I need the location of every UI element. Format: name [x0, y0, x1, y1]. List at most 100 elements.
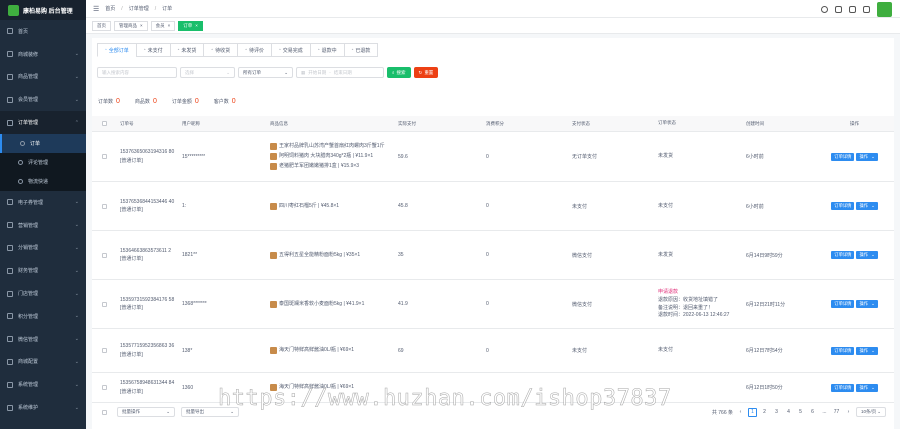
page-number[interactable]: 6 — [808, 408, 817, 417]
order-detail-button[interactable]: 订单详情 — [831, 383, 855, 392]
more-actions-dropdown[interactable]: 操作 ⌄ — [856, 251, 878, 259]
sidebar-item-label: 会员管理 — [18, 97, 39, 104]
tab-order-filter[interactable]: ◦ 待评价 — [237, 43, 272, 57]
tag-item[interactable]: 订单 × — [178, 20, 203, 31]
order-detail-button[interactable]: 订单详情 — [831, 202, 855, 210]
tab-order-filter[interactable]: ◦ 待收货 — [203, 43, 239, 57]
breadcrumb-home[interactable]: 首页 — [105, 5, 115, 12]
actions-cell: 订单详情 操作 ⌄ — [815, 373, 894, 402]
sidebar-item[interactable]: 分销管理 ⌄ — [0, 237, 86, 260]
footer-select-all-checkbox[interactable] — [102, 409, 107, 415]
sidebar-item[interactable]: 积分管理 ⌄ — [0, 305, 86, 328]
menu-toggle-icon[interactable]: ☰ — [93, 5, 99, 13]
search-type-select[interactable]: 选择 ⌄ — [180, 67, 235, 78]
row-checkbox[interactable] — [102, 385, 107, 390]
close-icon[interactable]: × — [195, 23, 198, 28]
sidebar-item[interactable]: 商城装修 ⌄ — [0, 43, 86, 66]
order-type: [普通订单] — [120, 157, 143, 164]
more-actions-dropdown[interactable]: 操作 ⌄ — [856, 152, 878, 161]
sidebar-item[interactable]: 微信管理 ⌄ — [0, 328, 86, 351]
search-button[interactable]: ⌕ 搜索 — [387, 67, 411, 78]
sidebar-item[interactable]: 商城配置 ⌄ — [0, 351, 86, 374]
tab-order-filter[interactable]: ◦ 未支付 — [135, 43, 171, 57]
sidebar-item[interactable]: 订单管理 ⌃ — [0, 111, 86, 134]
sidebar-subitem[interactable]: 评论管理 — [0, 152, 86, 172]
tab-order-filter[interactable]: ◦ 未发货 — [169, 43, 205, 57]
sidebar-item-label: 首页 — [18, 28, 29, 35]
page-number[interactable]: 3 — [772, 408, 781, 417]
stat-label: 订单数 — [98, 99, 114, 105]
tab-order-filter[interactable]: ◦ 交易完成 — [270, 43, 311, 57]
sidebar-item-label: 分销管理 — [18, 245, 39, 252]
page-number[interactable]: 77 — [832, 408, 841, 417]
order-detail-button[interactable]: 订单详情 — [831, 251, 855, 259]
order-status-cell: 未发货 — [655, 231, 743, 279]
more-actions-dropdown[interactable]: 操作 ⌄ — [856, 300, 878, 308]
sidebar-item[interactable]: 营销管理 ⌄ — [0, 214, 86, 237]
row-checkbox[interactable] — [102, 154, 107, 159]
row-checkbox[interactable] — [102, 301, 107, 307]
sidebar-item[interactable]: 系统管理 ⌄ — [0, 373, 86, 396]
chevron-down-icon: ⌄ — [74, 290, 79, 297]
select-all-checkbox[interactable] — [102, 121, 107, 126]
more-actions-label: 操作 — [859, 347, 869, 353]
goods-item: 泰国斑斓米香软小麦面粉5kg | ¥41.9×1 — [270, 300, 364, 308]
page-number[interactable]: 4 — [784, 408, 793, 417]
sidebar-item[interactable]: 商品管理 ⌄ — [0, 66, 86, 89]
tab-order-filter[interactable]: ◦ 已退款 — [343, 43, 379, 57]
sidebar-item[interactable]: 系统维护 ⌄ — [0, 396, 86, 419]
sidebar-item[interactable]: 门店管理 ⌄ — [0, 282, 86, 305]
fullscreen-icon[interactable] — [849, 6, 856, 13]
more-actions-dropdown[interactable]: 操作 ⌄ — [856, 346, 878, 355]
more-actions-dropdown[interactable]: 操作 ⌄ — [856, 202, 878, 210]
order-detail-button[interactable]: 订单详情 — [831, 152, 855, 161]
page-number[interactable]: 5 — [796, 408, 805, 417]
sidebar-subitem[interactable]: 订单 — [0, 133, 86, 153]
keyword-input[interactable]: 输入搜索内容 — [97, 67, 177, 78]
page-size-select[interactable]: 10条/页 ⌄ — [856, 407, 886, 417]
chevron-down-icon: ⌄ — [74, 336, 79, 343]
close-icon[interactable]: × — [168, 23, 171, 28]
order-detail-button[interactable]: 订单详情 — [831, 346, 855, 355]
bulk-action-select[interactable]: 批量操作 ⌄ — [117, 407, 175, 417]
date-range-picker[interactable]: ▦ 开始日期 - 结束日期 — [296, 67, 384, 78]
chevron-down-icon: ⌃ — [74, 119, 79, 126]
tab-order-filter[interactable]: ◦ 退款中 — [309, 43, 345, 57]
tag-item[interactable]: 会员 × — [150, 20, 176, 31]
sidebar-item[interactable]: 会员管理 ⌄ — [0, 88, 86, 111]
chevron-down-icon: ⌄ — [74, 313, 79, 320]
sidebar-item[interactable]: 首页 — [0, 20, 86, 43]
sidebar: 康柏易购 后台管理 首页 商城装修 ⌄ 商品管理 ⌄ 会员管理 ⌄ 订单管理 ⌃ 订单 评论管理物… — [0, 0, 86, 429]
table-row: 15357715952356863 36 [普通订单] 138* 海天门特鲜高鲜酱油0… — [92, 329, 894, 373]
page-number[interactable]: 2 — [760, 408, 769, 417]
row-checkbox[interactable] — [102, 203, 107, 209]
tag-item[interactable]: 管理商品 × — [114, 20, 148, 31]
prev-page-icon[interactable]: ‹ — [736, 408, 745, 417]
row-checkbox[interactable] — [102, 252, 107, 258]
order-type-select[interactable]: 所有订单 ⌄ — [238, 67, 293, 78]
order-status-line: 未支付 — [658, 202, 674, 209]
config-icon — [7, 358, 13, 365]
sidebar-item[interactable]: 财务管理 ⌄ — [0, 259, 86, 282]
created-time: 6月14日9时59分 — [746, 252, 783, 259]
close-icon[interactable]: × — [140, 23, 143, 28]
next-page-icon[interactable]: › — [844, 408, 853, 417]
lock-icon[interactable] — [835, 6, 842, 13]
order-detail-button[interactable]: 订单详情 — [831, 300, 855, 308]
stat-value: 0 — [231, 98, 236, 105]
row-checkbox[interactable] — [102, 348, 107, 353]
tab-order-filter[interactable]: ◦ 全部订单 — [97, 43, 137, 57]
pay-status: 未支付 — [572, 348, 588, 354]
sidebar-item-label: 商城装修 — [18, 51, 39, 58]
search-icon[interactable] — [821, 6, 828, 13]
page-number[interactable]: 1 — [748, 407, 757, 417]
avatar[interactable] — [877, 2, 892, 17]
sidebar-subitem[interactable]: 物流快递 — [0, 171, 86, 191]
more-actions-dropdown[interactable]: 操作 ⌄ — [856, 383, 878, 392]
tag-item[interactable]: 首页 — [92, 20, 111, 31]
breadcrumb-order-manage[interactable]: 订单管理 — [129, 5, 149, 12]
reset-button[interactable]: ↻ 重置 — [413, 67, 439, 78]
sidebar-item[interactable]: 电子券管理 ⌄ — [0, 191, 86, 214]
notification-icon[interactable] — [863, 6, 870, 13]
tab-icon: ◦ — [351, 47, 354, 53]
